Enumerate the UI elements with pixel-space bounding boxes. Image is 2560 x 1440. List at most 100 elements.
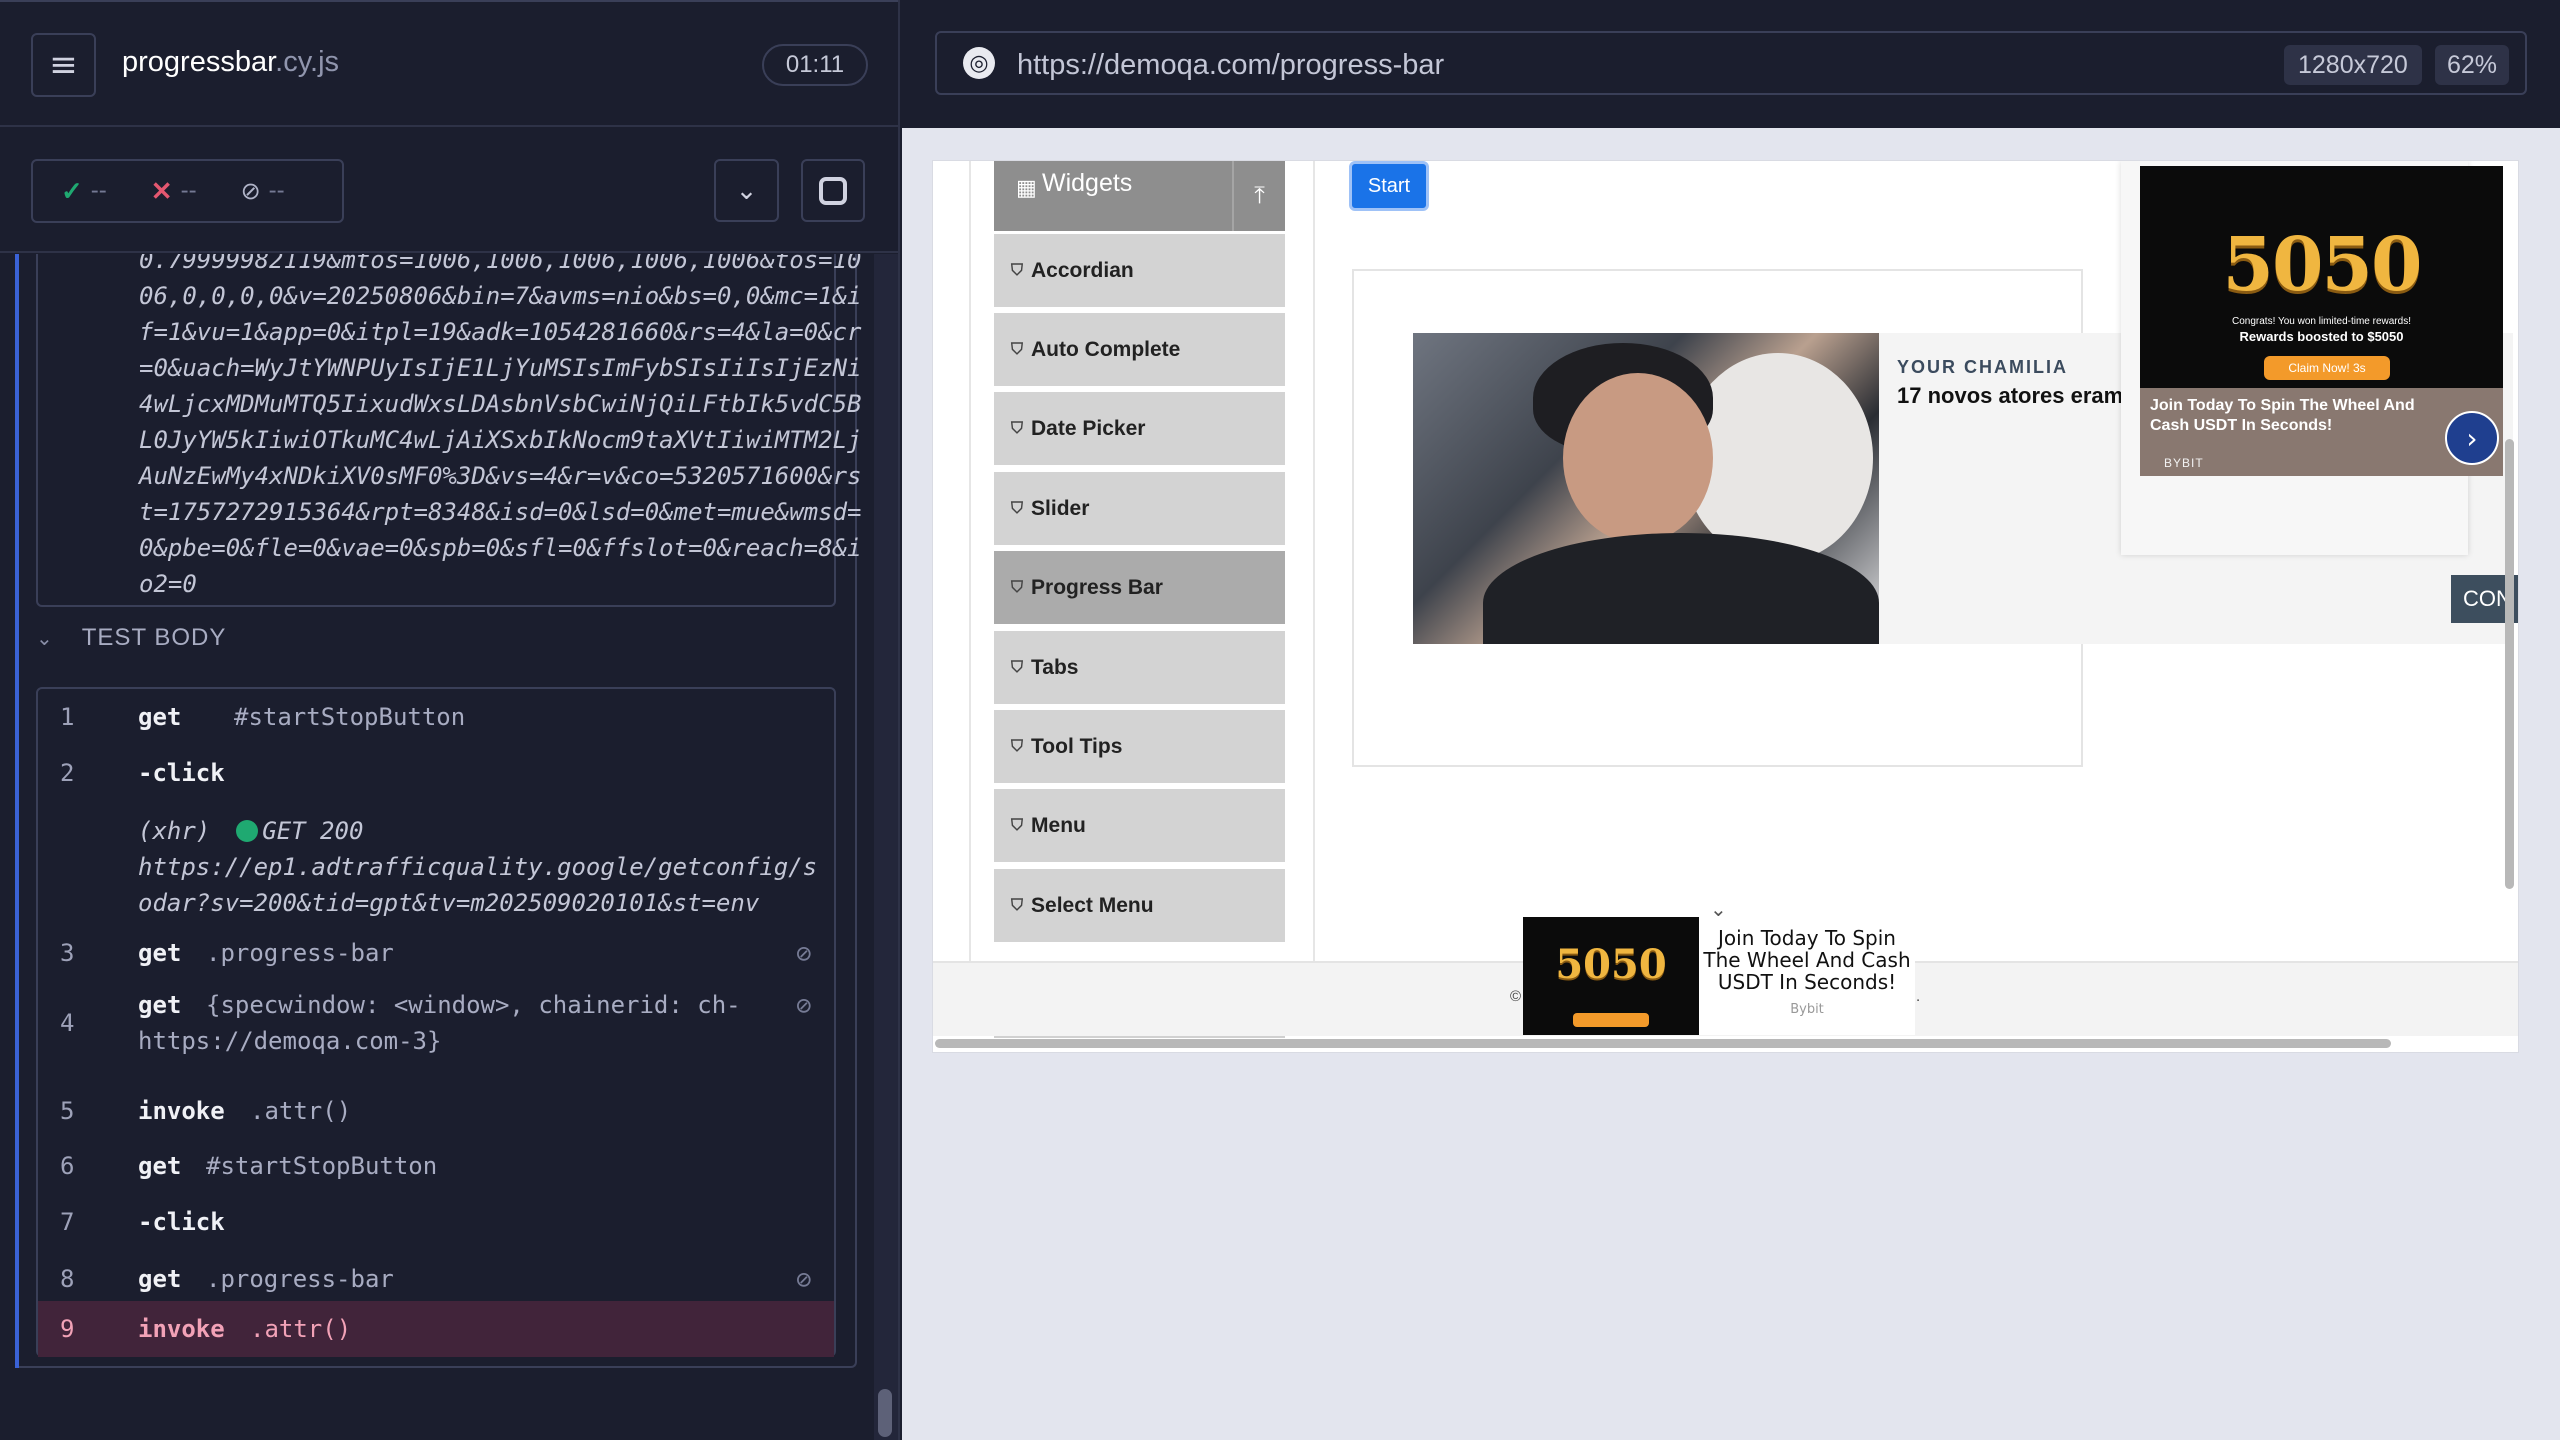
xhr-status: GET 200 (262, 817, 364, 845)
ad-congrats-text: Congrats! You won limited-time rewards! (2232, 316, 2411, 327)
eye-slash-icon: ⊘ (796, 939, 812, 969)
section-title: TEST BODY (81, 624, 227, 651)
ad-brand: YOUR CHAMILIA (1897, 357, 2068, 377)
ad-photo (1413, 333, 1879, 644)
menu-item-slider[interactable]: ⛉ Slider (994, 469, 1285, 545)
scrollbar-thumb[interactable] (878, 1389, 892, 1437)
shield-icon: ⛉ (1011, 896, 1024, 914)
ad-caption-text: Join Today To Spin The Wheel And Cash US… (2150, 397, 2415, 434)
menu-item-label: Slider (1031, 496, 1090, 520)
footer-copyright: © (1510, 988, 1522, 1005)
eye-slash-icon: ⊘ (796, 1265, 812, 1295)
ad-big-number: 5050 (2222, 222, 2423, 308)
passed-stat: ✓ -- (61, 176, 107, 207)
claim-pill (1573, 1013, 1649, 1027)
command-row-active[interactable]: 9 invoke .attr() (38, 1301, 834, 1357)
aut-header: ◎ https://demoqa.com/progress-bar 1280x7… (902, 0, 2560, 128)
menu-item-tabs[interactable]: ⛉ Tabs (994, 628, 1285, 704)
start-stop-button[interactable]: Start (1349, 161, 1429, 211)
menu-item-label: Tool Tips (1031, 734, 1123, 758)
group-label: Widgets (1042, 169, 1133, 197)
bybit-ad-image[interactable]: 5050 Congrats! You won limited-time rewa… (2140, 166, 2503, 476)
bybit-ad[interactable]: 5050 Congrats! You won limited-time rewa… (2121, 161, 2503, 555)
request-detail: 0.79999982119&mtos=1006,1006,1006,1006,1… (36, 254, 861, 607)
xhr-url: https://ep1.adtrafficquality.google/getc… (138, 853, 818, 917)
menu-item-tool-tips[interactable]: ⛉ Tool Tips (994, 707, 1285, 783)
bottom-ad-text[interactable]: Join Today To Spin The Wheel And Cash US… (1699, 917, 1915, 1035)
menu-item-select-menu[interactable]: ⛉ Select Menu (994, 866, 1285, 942)
chevron-right-icon[interactable]: › (2445, 411, 2499, 465)
viewport-size-badge[interactable]: 1280x720 (2284, 45, 2422, 85)
vertical-scrollbar[interactable] (2505, 439, 2514, 889)
photo-shape (1563, 373, 1713, 543)
pending-icon: ⊘ (240, 177, 261, 205)
menu-item-auto-complete[interactable]: ⛉ Auto Complete (994, 310, 1285, 386)
command-message: .attr() (250, 1315, 352, 1343)
bottom-ad-image[interactable]: 5050 (1523, 917, 1699, 1035)
bottom-sticky-ad[interactable]: ⌄ 5050 Join Today To Spin The Wheel And … (1523, 897, 1915, 1035)
command-message: #startStopButton (206, 1152, 438, 1180)
menu-item-label: Date Picker (1031, 416, 1146, 440)
specs-menu-button[interactable]: ≡ (31, 33, 96, 97)
shield-icon: ⛉ (1011, 658, 1024, 676)
collapse-up-icon[interactable]: ⤒ (1232, 161, 1285, 231)
command-number: 7 (60, 1208, 75, 1236)
menu-item-menu[interactable]: ⛉ Menu (994, 786, 1285, 862)
globe-icon: ◎ (963, 47, 995, 79)
horizontal-scrollbar[interactable] (935, 1039, 2391, 1048)
pending-count: -- (268, 177, 285, 204)
bottom-ad-headline: Join Today To Spin The Wheel And Cash US… (1703, 926, 1911, 994)
eye-slash-icon: ⊘ (796, 991, 812, 1021)
command-message: #startStopButton (234, 703, 466, 731)
menu-item-progress-bar[interactable]: ⛉ Progress Bar (994, 548, 1285, 624)
runner-header: ≡ progressbar.cy.js 01:11 (0, 0, 898, 127)
menu-toggle-icon: ≡ (49, 45, 78, 85)
shield-icon: ⛉ (1011, 261, 1024, 279)
request-url: 0.79999982119&mtos=1006,1006,1006,1006,1… (139, 254, 862, 598)
zoom-badge[interactable]: 62% (2435, 45, 2510, 85)
command-message: .progress-bar (206, 1265, 394, 1293)
command-name: get (138, 991, 182, 1019)
shield-icon: ⛉ (1011, 419, 1024, 437)
command-number: 2 (60, 759, 75, 787)
grid-icon: ▦ (1016, 175, 1037, 200)
widgets-group-header[interactable]: ▦ Widgets ⤒ (994, 161, 1285, 231)
command-number: 5 (60, 1097, 75, 1125)
test-body-header[interactable]: ⌄ TEST BODY (36, 624, 226, 652)
command-name: get (138, 939, 182, 967)
command-number: 9 (60, 1315, 75, 1343)
passed-count: -- (90, 177, 107, 204)
command-number: 1 (60, 703, 75, 731)
command-number: 4 (60, 1009, 75, 1037)
aut-iframe: ▦ Widgets ⤒ ⛉ Accordian ⛉ Auto Complete ⛉ D… (932, 160, 2519, 1053)
shield-icon: ⛉ (1011, 737, 1024, 755)
stop-icon (819, 176, 847, 205)
command-number: 6 (60, 1152, 75, 1180)
xhr-row[interactable]: (xhr) GET 200 https://ep1.adtrafficqualit… (138, 813, 818, 921)
menu-item-label: Select Menu (1031, 893, 1154, 917)
log-scrollbar[interactable] (874, 254, 898, 1440)
sidebar-footer-line (994, 1036, 1285, 1038)
collapse-all-button[interactable]: ⌄ (714, 159, 779, 222)
shield-icon: ⛉ (1011, 578, 1024, 596)
command-list: 1 get #startStopButton 2 -click (xhr) GET… (36, 687, 836, 1357)
command-message: .attr() (250, 1097, 352, 1125)
ad-big-number: 5050 (1555, 941, 1667, 988)
menu-item-label: Tabs (1031, 655, 1079, 679)
menu-item-accordian[interactable]: ⛉ Accordian (994, 231, 1285, 307)
stop-button[interactable] (801, 159, 865, 222)
command-number: 8 (60, 1265, 75, 1293)
failed-count: -- (180, 177, 197, 204)
shield-icon: ⛉ (1011, 816, 1024, 834)
spec-name: progressbar.cy.js (122, 46, 339, 79)
command-name: invoke (138, 1097, 225, 1125)
aut-url[interactable]: https://demoqa.com/progress-bar (1017, 49, 1444, 82)
address-bar[interactable]: ◎ https://demoqa.com/progress-bar 1280x7… (935, 31, 2527, 95)
ad-headline[interactable]: 17 novos atores eram (1897, 383, 2123, 409)
claim-now-button[interactable]: Claim Now! 3s (2264, 356, 2390, 380)
menu-item-label: Auto Complete (1031, 337, 1181, 361)
sidebar-border (1313, 161, 1315, 961)
ad-rewards-text: Rewards boosted to $5050 (2239, 329, 2404, 344)
command-log[interactable]: 0.79999982119&mtos=1006,1006,1006,1006,1… (0, 254, 878, 1440)
menu-item-date-picker[interactable]: ⛉ Date Picker (994, 389, 1285, 465)
